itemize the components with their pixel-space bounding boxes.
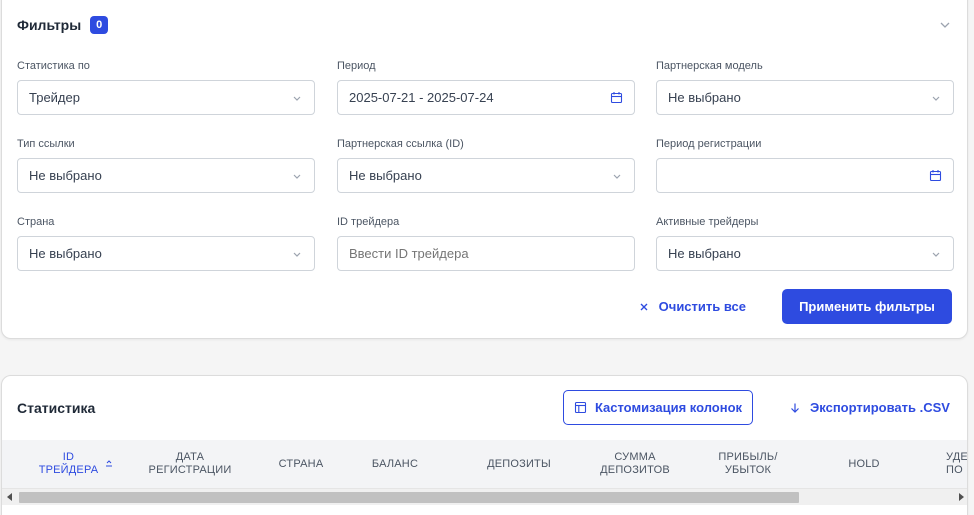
chevron-down-icon: [293, 174, 301, 179]
export-csv-button[interactable]: Экспортировать .CSV: [789, 390, 950, 425]
reg-period-date-input[interactable]: [656, 158, 954, 193]
trader-id-field: ID трейдера: [337, 214, 635, 271]
stat-by-value: Трейдер: [29, 90, 80, 105]
country-select[interactable]: Не выбрано: [17, 236, 315, 271]
column-header-label: БАЛАНС: [371, 457, 419, 470]
calendar-icon[interactable]: [929, 169, 942, 182]
country-field: Страна Не выбрано: [17, 214, 315, 271]
column-header-deposit-sum[interactable]: СУММА ДЕПОЗИТОВ: [580, 440, 690, 488]
active-traders-value: Не выбрано: [668, 246, 741, 261]
statistics-title: Статистика: [17, 400, 96, 416]
link-type-field: Тип ссылки Не выбрано: [17, 136, 315, 193]
customize-columns-button[interactable]: Кастомизация колонок: [563, 390, 753, 425]
column-header-label: HOLD: [848, 457, 880, 470]
link-type-select[interactable]: Не выбрано: [17, 158, 315, 193]
scrollbar-thumb[interactable]: [19, 492, 799, 503]
period-field: Период 2025-07-21 - 2025-07-24: [337, 58, 635, 115]
column-header-label: СТРАНА: [278, 457, 324, 470]
period-value: 2025-07-21 - 2025-07-24: [349, 90, 494, 105]
period-date-input[interactable]: 2025-07-21 - 2025-07-24: [337, 80, 635, 115]
reg-period-label: Период регистрации: [656, 138, 762, 150]
chevron-down-icon: [932, 96, 940, 101]
reg-period-field: Период регистрации: [656, 136, 954, 193]
column-header-label: ДЕПОЗИТЫ: [487, 457, 551, 470]
filters-count-badge: 0: [90, 16, 109, 34]
partner-model-field: Партнерская модель Не выбрано: [656, 58, 954, 115]
apply-filters-button[interactable]: Применить фильтры: [782, 289, 952, 324]
column-header-country[interactable]: СТРАНА: [252, 440, 350, 488]
partner-link-value: Не выбрано: [349, 168, 422, 183]
partner-model-label: Партнерская модель: [656, 60, 763, 72]
partner-link-label: Партнерская ссылка (ID): [337, 138, 464, 150]
chevron-down-icon[interactable]: [939, 19, 951, 31]
trader-id-input[interactable]: [349, 246, 623, 261]
stat-by-label: Статистика по: [17, 60, 90, 72]
active-traders-select[interactable]: Не выбрано: [656, 236, 954, 271]
column-header-label: УДЕ ПО: [946, 451, 968, 476]
column-header-balance[interactable]: БАЛАНС: [346, 440, 444, 488]
column-header-truncated[interactable]: УДЕ ПО: [946, 440, 968, 488]
customize-columns-label: Кастомизация колонок: [594, 400, 743, 415]
partner-link-select[interactable]: Не выбрано: [337, 158, 635, 193]
trader-id-label: ID трейдера: [337, 216, 400, 228]
partner-link-field: Партнерская ссылка (ID) Не выбрано: [337, 136, 635, 193]
scroll-left-arrow-icon[interactable]: [7, 493, 12, 501]
country-label: Страна: [17, 216, 55, 228]
chevron-down-icon: [293, 96, 301, 101]
column-header-deposits[interactable]: ДЕПОЗИТЫ: [467, 440, 571, 488]
stat-by-field: Статистика по Трейдер: [17, 58, 315, 115]
country-value: Не выбрано: [29, 246, 102, 261]
scroll-right-arrow-icon[interactable]: [959, 493, 964, 501]
trader-id-input-wrap: [337, 236, 635, 271]
active-traders-field: Активные трейдеры Не выбрано: [656, 214, 954, 271]
link-type-value: Не выбрано: [29, 168, 102, 183]
column-header-label: ПРИБЫЛЬ/ УБЫТОК: [718, 451, 778, 476]
clear-all-button[interactable]: Очистить все: [639, 299, 746, 314]
chevron-down-icon: [932, 252, 940, 257]
column-header-reg-date[interactable]: ДАТА РЕГИСТРАЦИИ: [132, 440, 248, 488]
stat-by-select[interactable]: Трейдер: [17, 80, 315, 115]
column-header-label: ДАТА РЕГИСТРАЦИИ: [148, 451, 232, 476]
statistics-panel: Статистика Кастомизация колонок Экспорти…: [1, 375, 968, 515]
chevron-down-icon: [613, 174, 621, 179]
column-header-profit-loss[interactable]: ПРИБЫЛЬ/ УБЫТОК: [696, 440, 800, 488]
close-icon: [640, 303, 648, 310]
partner-model-value: Не выбрано: [668, 90, 741, 105]
column-header-hold[interactable]: HOLD: [820, 440, 908, 488]
column-header-label: СУММА ДЕПОЗИТОВ: [600, 451, 670, 476]
export-csv-label: Экспортировать .CSV: [810, 400, 950, 415]
columns-icon: [574, 401, 586, 414]
partner-model-select[interactable]: Не выбрано: [656, 80, 954, 115]
period-label: Период: [337, 60, 376, 72]
column-header-trader-id[interactable]: ID ТРЕЙДЕРА: [24, 440, 129, 488]
active-traders-label: Активные трейдеры: [656, 216, 759, 228]
filters-header[interactable]: Фильтры 0: [17, 16, 109, 34]
column-header-label: ID ТРЕЙДЕРА: [38, 451, 99, 476]
link-type-label: Тип ссылки: [17, 138, 75, 150]
table-header-row: ID ТРЕЙДЕРА ДАТА РЕГИСТРАЦИИ СТРАНА БАЛА…: [2, 440, 968, 488]
filters-panel: Фильтры 0 Статистика по Трейдер Период 2…: [1, 0, 968, 339]
filter-actions: Очистить все Применить фильтры: [639, 289, 952, 324]
sort-ascending-icon[interactable]: [104, 459, 114, 469]
horizontal-scrollbar[interactable]: [2, 488, 967, 505]
download-arrow-icon: [791, 403, 799, 413]
clear-all-label: Очистить все: [658, 299, 746, 314]
calendar-icon[interactable]: [610, 91, 623, 104]
chevron-down-icon: [293, 252, 301, 257]
filters-title: Фильтры: [17, 17, 82, 33]
